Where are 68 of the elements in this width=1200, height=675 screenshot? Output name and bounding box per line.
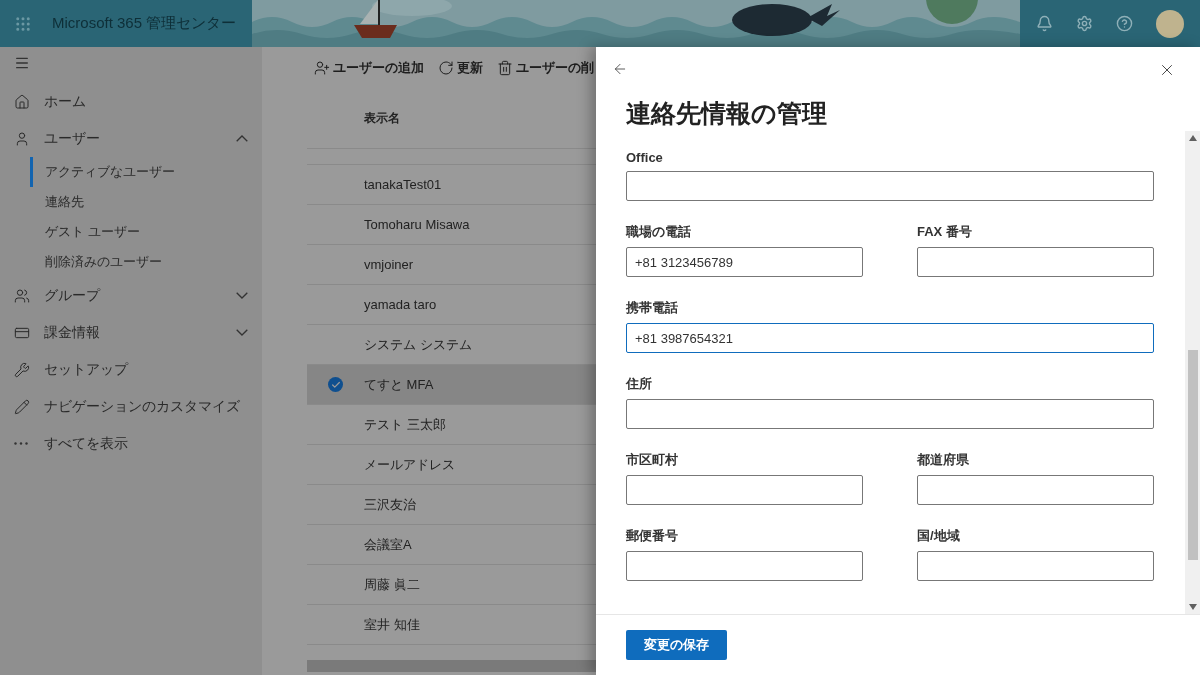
input-field[interactable] (917, 247, 1154, 277)
app-title: Microsoft 365 管理センター (52, 14, 237, 33)
panel-title: 連絡先情報の管理 (626, 98, 828, 129)
table-cell: テスト 三太郎 (364, 415, 446, 434)
nav-item[interactable]: 課金情報 (0, 314, 262, 351)
nav-subitem[interactable]: 削除済みのユーザー (30, 247, 262, 277)
help-icon[interactable] (1116, 15, 1134, 32)
toolbar-button[interactable]: ユーザーの追加 (314, 59, 424, 77)
table-cell: システム システム (364, 335, 472, 354)
table-cell: vmjoiner (364, 257, 414, 272)
input-field[interactable] (917, 475, 1154, 505)
table-cell: 周藤 眞二 (364, 575, 420, 594)
wrench-icon (14, 361, 30, 378)
toolbar-button[interactable]: 更新 (438, 59, 483, 77)
table-row[interactable]: てすと MFA (307, 365, 596, 405)
nav-subitem[interactable]: 連絡先 (30, 187, 262, 217)
field-label: FAX 番号 (917, 223, 973, 241)
person-icon (14, 130, 30, 147)
nav-item[interactable]: グループ (0, 277, 262, 314)
table-cell: てすと MFA (364, 375, 434, 394)
home-icon (14, 93, 30, 110)
save-button[interactable]: 変更の保存 (626, 630, 727, 660)
input-field[interactable] (626, 551, 863, 581)
input-field[interactable]: +81 3123456789 (626, 247, 863, 277)
nav-item[interactable]: ナビゲーションのカスタマイズ (0, 388, 262, 425)
field-label: 都道府県 (917, 451, 970, 469)
add-person-icon (314, 60, 330, 76)
scrollbar[interactable] (1185, 131, 1200, 614)
table-cell: メールアドレス (364, 455, 455, 474)
people-icon (14, 287, 30, 304)
nav-subitem[interactable]: ゲスト ユーザー (30, 217, 262, 247)
table-cell: tanakaTest01 (364, 177, 442, 192)
check-icon (328, 377, 343, 392)
input-field[interactable] (917, 551, 1154, 581)
field-label: 国/地域 (917, 527, 961, 545)
input-field[interactable] (626, 399, 1154, 429)
avatar[interactable] (1156, 9, 1185, 38)
table-cell: 室井 知佳 (364, 615, 420, 634)
nav-item[interactable]: すべてを表示 (0, 425, 262, 462)
menu-icon[interactable] (14, 55, 30, 71)
column-header[interactable]: 表示名 (364, 110, 400, 127)
scroll-down-icon[interactable] (1188, 604, 1197, 610)
field-label: 郵便番号 (626, 527, 679, 545)
input-field[interactable] (626, 475, 863, 505)
table-cell: Tomoharu Misawa (364, 217, 470, 232)
toolbar-button[interactable]: ユーザーの削 (497, 59, 594, 77)
nav-item[interactable]: ホーム (0, 83, 262, 120)
table-cell: 三沢友治 (364, 495, 416, 514)
trash-icon (497, 60, 513, 76)
scroll-up-icon[interactable] (1188, 135, 1197, 141)
field-label: 携帯電話 (626, 299, 679, 317)
field-label: 市区町村 (626, 451, 679, 469)
bell-icon[interactable] (1035, 15, 1053, 32)
more-icon (14, 442, 28, 445)
field-label: 住所 (626, 375, 653, 393)
field-label: 職場の電話 (626, 223, 692, 241)
table-cell: 会議室A (364, 535, 412, 554)
refresh-icon (438, 60, 454, 76)
field-label: Office (626, 150, 664, 165)
scrollbar[interactable] (307, 660, 596, 672)
input-field[interactable] (626, 171, 1154, 201)
nav-item[interactable]: ユーザー (0, 120, 262, 157)
pencil-icon (14, 398, 30, 415)
settings-icon[interactable] (1075, 15, 1093, 32)
back-icon[interactable] (612, 61, 628, 77)
input-field[interactable]: +81 3987654321 (626, 323, 1154, 353)
table-cell: yamada taro (364, 297, 437, 312)
nav-item[interactable]: セットアップ (0, 351, 262, 388)
